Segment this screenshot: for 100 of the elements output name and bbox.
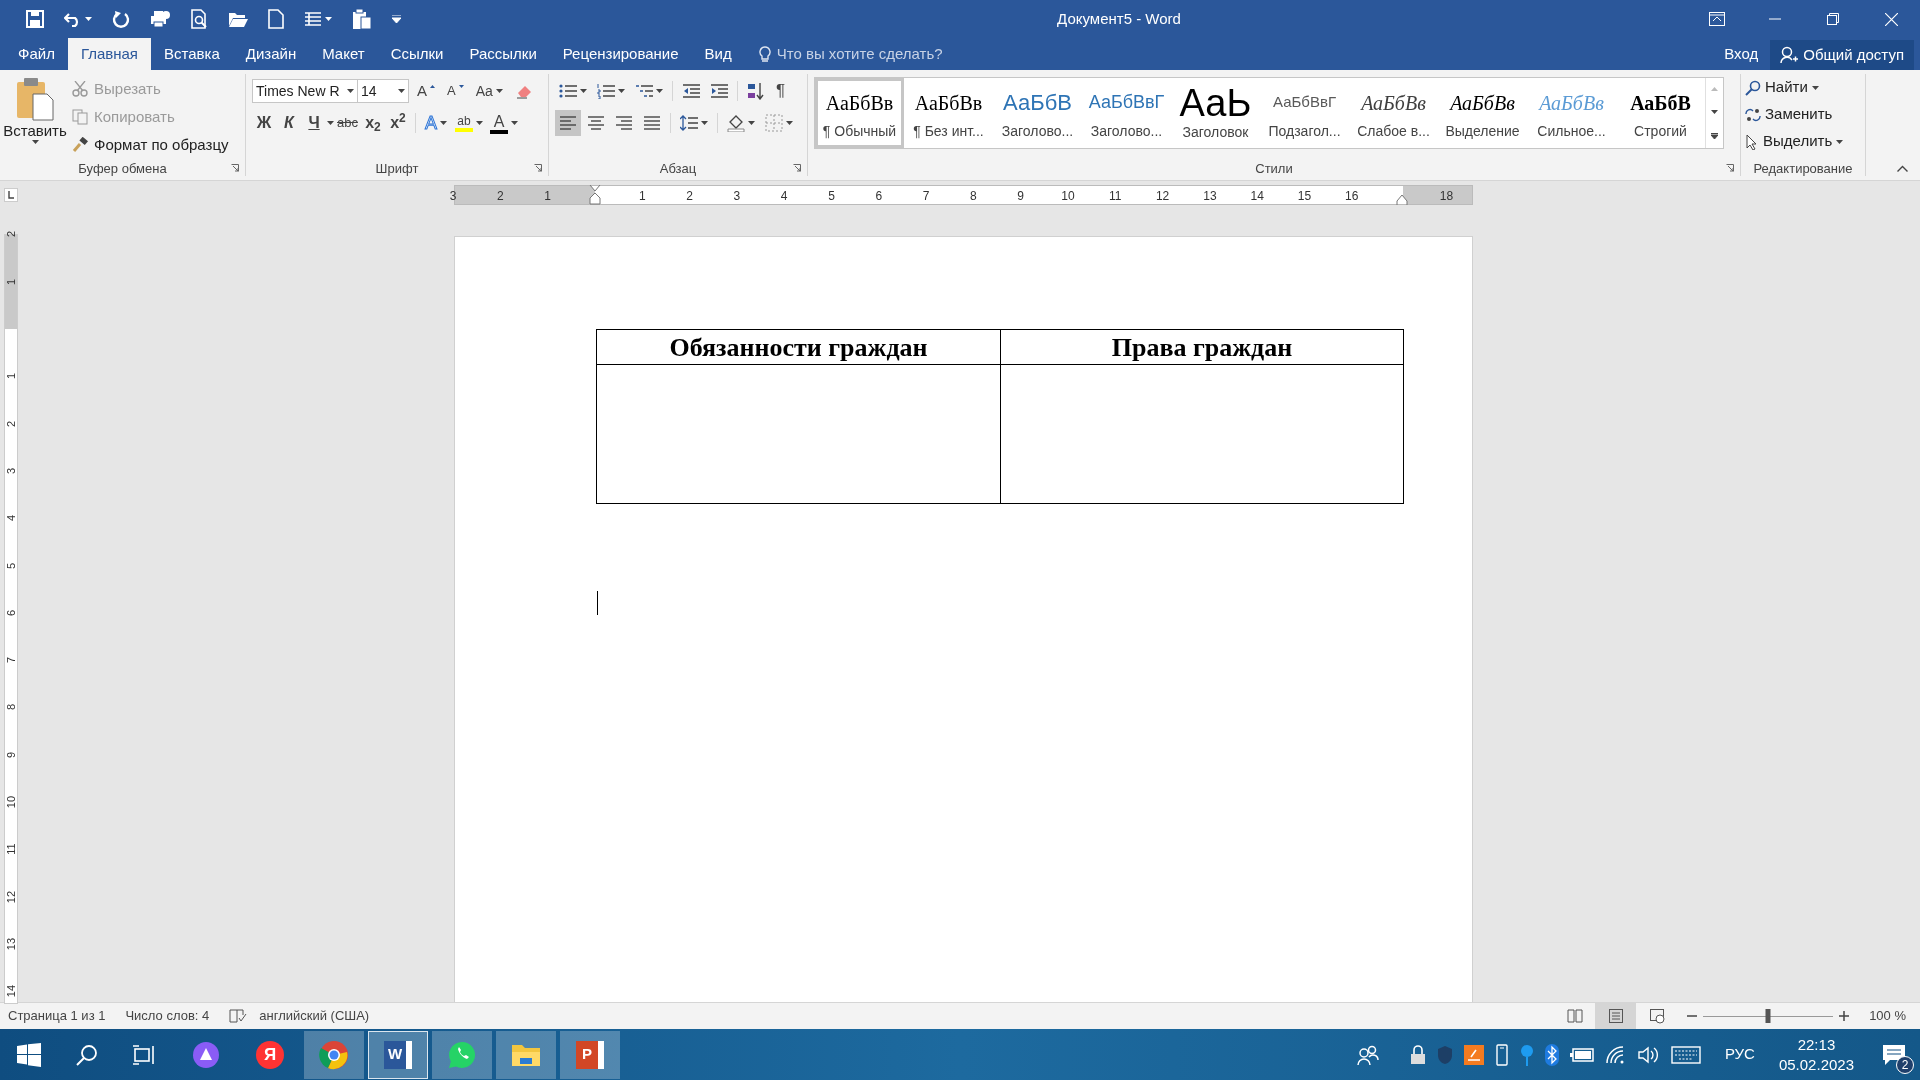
bold-button[interactable]: Ж	[252, 110, 276, 136]
tray-button[interactable]	[1463, 1044, 1484, 1065]
dialog-launcher-icon	[793, 164, 801, 172]
page-count[interactable]: Страница 1 из 1	[8, 1006, 106, 1026]
ribbon-tab[interactable]: Макет	[309, 38, 378, 70]
ribbon-tab[interactable]: Рассылки	[456, 38, 550, 70]
print-view-button[interactable]	[1595, 1002, 1637, 1030]
caret-icon	[495, 89, 503, 93]
taskbar-app[interactable]	[432, 1030, 492, 1079]
ruler-number: 1	[544, 188, 552, 205]
superscript-button[interactable]: x$^{2}$	[385, 110, 410, 136]
font-color-button[interactable]: A	[487, 110, 521, 136]
align-center-icon	[587, 115, 605, 131]
taskbar-app[interactable]: W	[368, 1030, 428, 1079]
tray-button[interactable]	[1356, 1044, 1379, 1065]
style-gallery-item[interactable]: АаБбВ Заголово...	[993, 78, 1082, 148]
tray-button[interactable]	[1409, 1044, 1426, 1065]
tray-button[interactable]	[1544, 1043, 1559, 1066]
show-marks-button[interactable]: ¶	[771, 78, 791, 104]
font-name-field[interactable]: Times New R	[252, 79, 358, 103]
replace-button[interactable]: Заменить	[1745, 101, 1865, 128]
ribbon-tab[interactable]: Вид	[691, 38, 745, 70]
tray-button[interactable]	[1670, 1045, 1701, 1064]
ruler-number: 13	[3, 937, 18, 950]
style-gallery-item[interactable]: АаБбВ Строгий	[1616, 78, 1705, 148]
style-gallery-item[interactable]: АаБбВв ¶ Без инт...	[904, 78, 993, 148]
style-gallery-item[interactable]: АаБбВв ¶ Обычный	[815, 78, 904, 148]
style-gallery-item[interactable]: АаБбВв Сильное...	[1527, 78, 1616, 148]
caret-icon	[1811, 85, 1819, 90]
ruler-number: 14	[3, 985, 18, 998]
style-gallery-item[interactable]: АаЬ Заголовок	[1171, 78, 1260, 148]
strike-button[interactable]: abc	[335, 110, 360, 136]
italic-button[interactable]: К	[277, 110, 301, 136]
underline-button[interactable]: Ч	[302, 110, 326, 136]
ribbon-tab[interactable]: Вставка	[151, 38, 233, 70]
taskbar-app[interactable]: P	[560, 1030, 620, 1079]
style-gallery-item[interactable]: АаБбВвГ Заголово...	[1082, 78, 1171, 148]
tray-button[interactable]	[1637, 1045, 1660, 1064]
tray-button[interactable]	[1494, 1043, 1509, 1066]
taskbar-app[interactable]	[304, 1030, 364, 1079]
shrink-font-button[interactable]: A	[443, 78, 468, 104]
select-button[interactable]: Выделить	[1745, 128, 1865, 155]
shield-icon	[1436, 1044, 1453, 1065]
find-button[interactable]: Найти	[1745, 74, 1865, 101]
table-header-cell: Обязанности граждан	[597, 330, 1000, 365]
change-case-button[interactable]: Aa	[471, 78, 507, 104]
action-center-button[interactable]: 2	[1868, 1029, 1920, 1080]
app-tile-icon	[1463, 1044, 1484, 1065]
close-icon	[1884, 12, 1898, 26]
taskbar-app[interactable]	[496, 1030, 556, 1079]
grow-font-button[interactable]: A	[413, 78, 439, 104]
tray-button[interactable]	[1569, 1047, 1594, 1062]
ruler-number: 7	[922, 188, 930, 205]
language-indicator[interactable]: английский (США)	[259, 1006, 370, 1026]
align-left-button[interactable]	[555, 110, 581, 136]
subscript-button[interactable]: x$_{2}$	[360, 110, 385, 136]
ribbon-tab[interactable]: Файл	[5, 38, 68, 70]
ruler-number: 12	[1155, 188, 1170, 205]
more-styles-icon	[1711, 132, 1718, 139]
ribbon-tab[interactable]: Главная	[67, 38, 151, 70]
ruler-number: 4	[780, 188, 788, 205]
ruler-number: 2	[3, 231, 18, 238]
line-spacing-icon	[680, 115, 698, 131]
ruler-number: 10	[1061, 188, 1075, 205]
style-gallery-item[interactable]: АаБбВв Выделение	[1438, 78, 1527, 148]
caret-icon	[440, 121, 447, 125]
ruler-number: 5	[828, 188, 835, 205]
input-language-indicator[interactable]: РУС	[1724, 1043, 1755, 1066]
tell-me-field[interactable]: Что вы хотите сделать?	[776, 42, 997, 66]
ruler-number: 18	[1439, 188, 1454, 205]
font-size-field[interactable]: 14	[357, 79, 409, 103]
taskbar-clock[interactable]: 22:13 05.02.2023	[1778, 1034, 1854, 1075]
collapse-ribbon-icon	[1897, 165, 1908, 172]
text-cursor	[597, 591, 598, 615]
numbered-list-icon	[597, 83, 615, 99]
ruler-number: 2	[3, 420, 18, 427]
ruler-number: 2	[686, 188, 693, 205]
ribbon-tab[interactable]: Рецензирование	[549, 38, 692, 70]
style-gallery-item[interactable]: АаБбВвГ Подзагол...	[1260, 78, 1349, 148]
taskbar-app[interactable]: Я	[240, 1030, 300, 1079]
share-button[interactable]: Общий доступ	[1770, 40, 1914, 70]
caret-icon	[31, 140, 39, 144]
paste-button[interactable]: Вставить	[4, 76, 66, 158]
restore-icon	[1827, 13, 1839, 25]
sign-in-link[interactable]: Вход	[1712, 38, 1771, 70]
zoom-slider-thumb[interactable]	[1765, 1009, 1771, 1023]
zoom-level[interactable]: 100 %	[1869, 1006, 1906, 1026]
ribbon-tab[interactable]: Дизайн	[232, 38, 310, 70]
ribbon-tab[interactable]: Ссылки	[377, 38, 457, 70]
highlight-button[interactable]: ab	[452, 110, 486, 136]
ruler-number: 1	[638, 188, 646, 205]
format-painter-button[interactable]: Формат по образцу	[72, 132, 229, 158]
ruler-number: 3	[449, 188, 457, 205]
indent-icon	[710, 83, 728, 99]
copy-icon	[72, 109, 88, 125]
caret-up-icon	[430, 84, 435, 88]
group-label: Шрифт	[375, 160, 419, 179]
word-count[interactable]: Число слов: 4	[125, 1006, 210, 1026]
search-icon	[1745, 79, 1761, 96]
style-gallery-item[interactable]: АаБбВв Слабое в...	[1349, 78, 1438, 148]
